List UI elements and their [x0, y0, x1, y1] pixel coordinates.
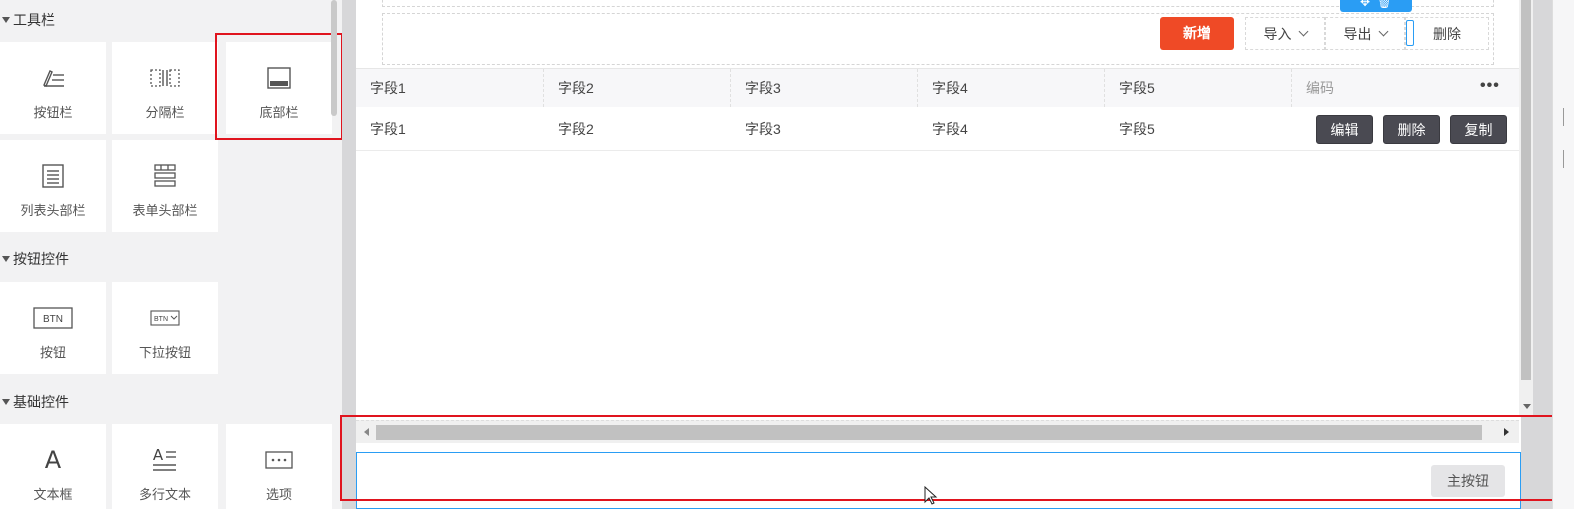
add-button[interactable]: 新增 [1160, 17, 1234, 50]
table-cell: 字段4 [932, 121, 968, 137]
design-canvas: 新增 导入 导出 删除 ✥ 🗑 字段1 字段2 字段3 字段4 字段5 编码 •… [340, 0, 1568, 509]
pen-lines-icon [0, 64, 106, 92]
component-palette: 工具栏 按钮栏 分隔栏 底部栏 列表头部栏 表单头部栏 按钮控件 BTN 按钮 … [0, 0, 342, 509]
palette-item-form-header[interactable]: 表单头部栏 [112, 140, 218, 232]
caret-down-icon [2, 399, 10, 406]
section-basic-controls-title[interactable]: 基础控件 [0, 391, 69, 413]
delete-row-button[interactable]: 删除 [1383, 115, 1440, 144]
column-header[interactable]: 字段2 [544, 69, 731, 107]
floating-tools[interactable]: ✥ 🗑 [1340, 0, 1412, 12]
palette-item-button[interactable]: BTN 按钮 [0, 282, 106, 374]
vertical-scroll-thumb[interactable] [1521, 0, 1531, 380]
palette-item-divider-bar[interactable]: 分隔栏 [112, 42, 218, 134]
mouse-cursor-icon [924, 486, 938, 505]
page-design-area[interactable]: 新增 导入 导出 删除 ✥ 🗑 字段1 字段2 字段3 字段4 字段5 编码 •… [356, 0, 1533, 509]
export-label: 导出 [1343, 26, 1372, 42]
palette-item-multiline-text[interactable]: A 多行文本 [112, 424, 218, 509]
palette-item-footer-bar[interactable]: 底部栏 [226, 42, 332, 134]
copy-row-button[interactable]: 复制 [1450, 115, 1507, 144]
table-cell: 字段1 [370, 121, 406, 137]
palette-item-dropdown-button[interactable]: BTN 下拉按钮 [112, 282, 218, 374]
export-dropdown-button[interactable]: 导出 [1325, 17, 1405, 50]
scroll-down-arrow-icon[interactable] [1523, 404, 1531, 409]
divider-icon [112, 64, 218, 92]
options-icon [226, 446, 332, 474]
column-header[interactable]: 字段3 [731, 69, 918, 107]
dropdown-btn-icon: BTN [112, 304, 218, 332]
palette-item-list-header[interactable]: 列表头部栏 [0, 140, 106, 232]
palette-scrollbar[interactable] [331, 0, 337, 116]
horizontal-scrollbar[interactable] [356, 420, 1519, 443]
top-container-edge [382, 0, 1494, 7]
panel-fragment [1563, 108, 1574, 126]
toolbar-container[interactable]: 新增 导入 导出 删除 [382, 13, 1494, 65]
palette-item-textbox[interactable]: A 文本框 [0, 424, 106, 509]
caret-down-icon [2, 17, 10, 24]
multiline-text-icon: A [112, 446, 218, 474]
btn-icon: BTN [0, 304, 106, 332]
svg-text:BTN: BTN [154, 316, 168, 323]
delete-button[interactable]: 删除 [1405, 17, 1489, 50]
column-header[interactable]: 字段4 [918, 69, 1105, 107]
column-header[interactable]: 编码 [1292, 69, 1472, 107]
panel-fragment [1563, 150, 1574, 168]
caret-down-icon [2, 256, 10, 263]
column-header[interactable]: 字段1 [356, 69, 544, 107]
trash-icon[interactable]: 🗑 [1377, 0, 1392, 9]
form-header-icon [112, 162, 218, 190]
table-cell: 字段3 [745, 121, 781, 137]
svg-text:BTN: BTN [43, 314, 63, 325]
column-header[interactable]: 字段5 [1105, 69, 1292, 107]
footer-bar-icon [226, 64, 332, 92]
text-a-icon: A [44, 446, 62, 474]
table-cell: 字段2 [558, 121, 594, 137]
table-header: 字段1 字段2 字段3 字段4 字段5 编码 ••• [356, 68, 1521, 107]
scroll-right-arrow-icon[interactable] [1504, 428, 1509, 436]
palette-item-options[interactable]: 选项 [226, 424, 332, 509]
table-row[interactable]: 字段1 字段2 字段3 字段4 字段5 编辑 删除 复制 [356, 108, 1521, 151]
section-toolbar-title[interactable]: 工具栏 [0, 9, 55, 31]
section-button-controls-title[interactable]: 按钮控件 [0, 248, 69, 270]
import-dropdown-button[interactable]: 导入 [1245, 17, 1325, 50]
footer-bar[interactable]: 主按钮 [356, 452, 1521, 509]
list-header-icon [0, 162, 106, 190]
chevron-down-icon [1378, 26, 1388, 37]
primary-button[interactable]: 主按钮 [1431, 465, 1505, 497]
table-cell: 字段5 [1119, 121, 1155, 137]
scroll-left-arrow-icon[interactable] [364, 428, 369, 436]
palette-item-button-bar[interactable]: 按钮栏 [0, 42, 106, 134]
move-icon[interactable]: ✥ [1360, 0, 1370, 9]
insert-cursor-marker [1406, 20, 1414, 46]
chevron-down-icon [1298, 26, 1308, 37]
edit-row-button[interactable]: 编辑 [1316, 115, 1373, 144]
vertical-scrollbar[interactable] [1519, 0, 1533, 416]
svg-text:A: A [153, 446, 164, 464]
more-options-icon[interactable]: ••• [1480, 69, 1500, 107]
horizontal-scroll-thumb[interactable] [376, 425, 1482, 440]
import-label: 导入 [1263, 26, 1292, 42]
properties-panel-edge [1552, 0, 1574, 509]
